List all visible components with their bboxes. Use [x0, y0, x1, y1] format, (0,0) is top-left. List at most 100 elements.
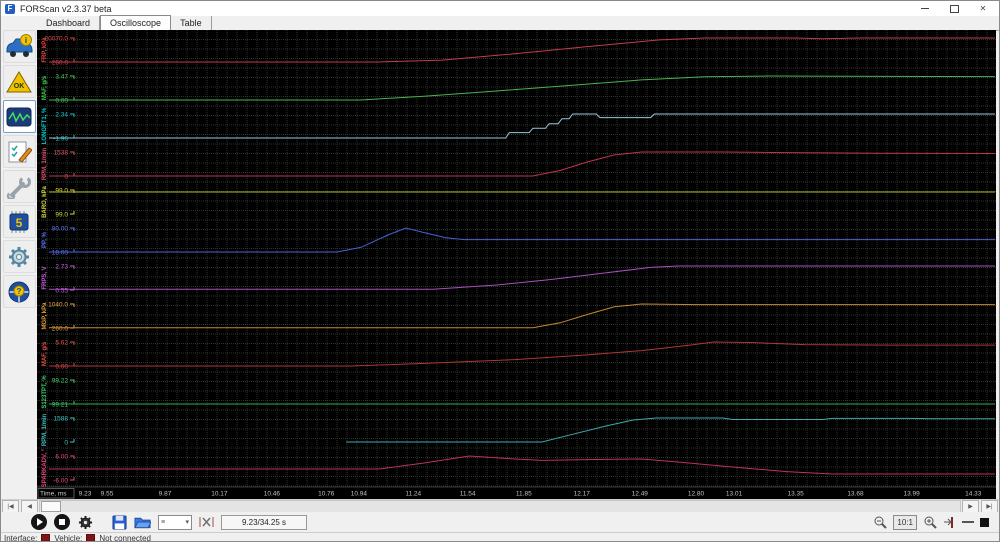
tab-table[interactable]: Table: [171, 16, 212, 30]
sidebar-item-selftest[interactable]: OK: [2, 65, 36, 98]
channel-name-5: PP, %: [42, 231, 48, 248]
channel-8-min-tick: 0.00: [55, 364, 68, 371]
channel-9-max-tick: 99.22: [52, 378, 69, 385]
time-tick-7: 11.24: [405, 491, 421, 498]
play-button[interactable]: [31, 514, 47, 530]
time-tick-10: 12.17: [574, 491, 591, 498]
channel-1-max-tick: 3.47: [55, 74, 68, 81]
marker-mode-button[interactable]: [943, 516, 956, 529]
time-tick-8: 11.54: [460, 491, 476, 498]
channel-4-max-tick: 99.0: [55, 188, 68, 195]
zoom-out-button[interactable]: [873, 515, 888, 529]
scroll-thumb[interactable]: [41, 500, 61, 512]
connection-status-text: Not connected: [99, 533, 151, 542]
time-tick-12: 12.80: [688, 491, 705, 498]
chevron-down-icon: ▾: [185, 519, 189, 526]
tab-dashboard[interactable]: Dashboard: [37, 16, 101, 30]
save-button[interactable]: [112, 514, 127, 530]
channel-11-min-tick: -6.00: [53, 478, 68, 485]
svg-text:OK: OK: [14, 83, 25, 90]
close-button[interactable]: ✕: [977, 4, 989, 14]
steering-help-icon: ?: [8, 281, 30, 302]
channel-name-11: SPARKADV, °: [42, 448, 48, 487]
status-bar: Interface: Vehicle: Not connected: [1, 532, 999, 542]
channel-name-10: RPM, 1/min: [42, 413, 48, 446]
warning-ok-icon: OK: [6, 70, 32, 92]
time-tick-14: 13.35: [788, 491, 805, 498]
channel-name-6: FRPS, V: [42, 266, 48, 289]
record-settings-button[interactable]: [77, 514, 94, 531]
channel-4-min-tick: 99.0: [55, 212, 68, 219]
time-axis-label: Time, ms: [40, 491, 67, 498]
channel-8-max-tick: 5.62: [55, 340, 68, 347]
channel-7-max-tick: 1040.0: [48, 302, 68, 309]
stop-button[interactable]: [54, 514, 70, 530]
time-tick-16: 13.99: [903, 491, 920, 498]
channel-3-max-tick: 1538: [54, 150, 69, 157]
scroll-track[interactable]: [39, 499, 961, 513]
channel-6-max-tick: 2.73: [55, 264, 68, 271]
scroll-home-button[interactable]: |◀: [2, 499, 19, 513]
oscilloscope-plot[interactable]: FRP, kPa20070.0260.0MAF, g/s 3.470.00LONG…: [37, 30, 996, 499]
channel-7-min-tick: 260.0: [52, 326, 69, 333]
checklist-icon: [8, 141, 32, 163]
channel-0-max-tick: 20070.0: [45, 36, 69, 43]
channel-2-min-tick: -1.96: [53, 136, 68, 143]
channel-name-3: RPM, 1/min: [42, 147, 48, 180]
time-tick-15: 13.68: [847, 491, 864, 498]
channel-name-9: S123TPT, %: [42, 375, 48, 409]
channel-9-min-tick: 99.21: [52, 402, 69, 409]
line-style-button[interactable]: [962, 521, 974, 523]
tab-bar: Dashboard Oscilloscope Table: [37, 15, 999, 31]
window-title: FORScan v2.3.37 beta: [20, 3, 112, 14]
scroll-left-button[interactable]: ◀: [21, 499, 38, 513]
channel-name-1: MAF, g/s: [42, 75, 48, 100]
channel-name-2: LONGFT1, %: [42, 107, 48, 144]
oscilloscope-icon: [6, 107, 32, 126]
sidebar-item-service[interactable]: [2, 170, 36, 203]
zoom-ratio-button[interactable]: 10:1: [893, 514, 917, 530]
time-tick-13: 13.01: [726, 491, 743, 498]
time-tick-2: 9.87: [159, 491, 172, 498]
fill-style-button[interactable]: [980, 517, 989, 527]
channel-name-8: MAF, g/s: [42, 341, 48, 366]
car-icon: i: [6, 33, 33, 57]
scroll-right-button[interactable]: ▶: [962, 499, 979, 513]
frame-icon: ≡: [161, 518, 166, 526]
sidebar-item-configuration[interactable]: 5: [2, 205, 36, 238]
open-file-button[interactable]: [134, 515, 151, 529]
time-tick-1: 9.55: [101, 491, 114, 498]
forscan-window: F FORScan v2.3.37 beta ✕ Dashboard Oscil…: [0, 0, 1000, 542]
time-tick-9: 11.85: [516, 491, 532, 498]
svg-text:?: ?: [17, 287, 22, 296]
frame-selector-dropdown[interactable]: ≡ ▾: [158, 514, 192, 530]
tab-oscilloscope[interactable]: Oscilloscope: [100, 15, 172, 31]
time-position-display: 9.23/34.25 s: [221, 514, 307, 530]
minimize-button[interactable]: [919, 4, 931, 14]
sidebar: i OK 5 ?: [1, 16, 37, 499]
play-icon: [36, 518, 43, 526]
channel-3-min-tick: 0: [64, 174, 68, 181]
zoom-in-button[interactable]: [923, 515, 937, 529]
time-tick-5: 10.76: [318, 491, 335, 498]
scroll-end-button[interactable]: ▶|: [981, 499, 998, 513]
oscilloscope-toolbar: ≡ ▾ 9.23/34.25 s 10:1: [1, 512, 999, 532]
maximize-button[interactable]: [948, 4, 960, 14]
channel-10-min-tick: 0: [64, 440, 68, 447]
channel-6-min-tick: 0.55: [55, 288, 68, 295]
wrench-icon: [6, 175, 31, 199]
channel-5-max-tick: 80.00: [52, 226, 69, 233]
channel-name-7: MGP, kPa: [42, 302, 48, 330]
sidebar-item-tests[interactable]: [2, 135, 36, 168]
sidebar-item-about[interactable]: ?: [2, 275, 36, 308]
stop-icon: [59, 519, 65, 525]
cut-selection-button[interactable]: [199, 515, 214, 529]
gear-icon: [9, 246, 29, 267]
vehicle-status-led: [86, 533, 96, 541]
sidebar-item-oscilloscope[interactable]: [2, 100, 36, 133]
sidebar-item-vehicle[interactable]: i: [2, 30, 36, 63]
sidebar-item-settings[interactable]: [2, 240, 36, 273]
channel-name-4: BARO, kPa: [42, 186, 48, 218]
channel-1-min-tick: 0.00: [55, 98, 68, 105]
vehicle-label: Vehicle:: [54, 533, 83, 542]
